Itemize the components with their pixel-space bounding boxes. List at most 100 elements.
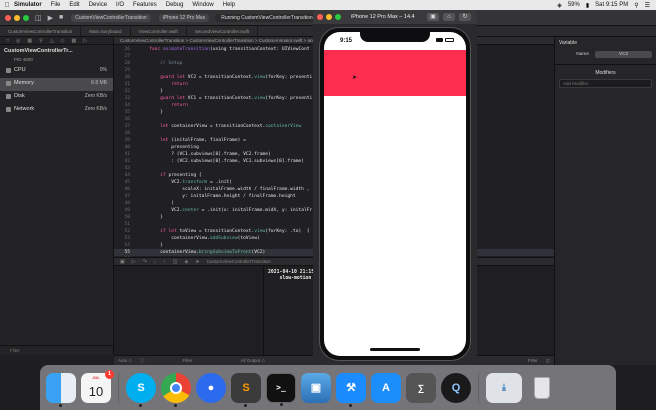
home-indicator[interactable]	[370, 348, 420, 351]
quicktime-icon[interactable]: Q	[441, 372, 471, 403]
preview-icon[interactable]: ▣	[301, 372, 331, 403]
minimize-button[interactable]	[326, 14, 332, 20]
hide-debug-icon[interactable]: ▣	[120, 259, 125, 265]
zoom-button[interactable]	[23, 14, 29, 21]
source-control-icon[interactable]: ◎	[16, 38, 20, 44]
screenshot-icon[interactable]: ▣	[427, 13, 439, 21]
menu-window[interactable]: Window	[192, 2, 213, 8]
line-number: 31	[124, 82, 130, 87]
menu-features[interactable]: Features	[133, 2, 157, 8]
rotate-icon[interactable]: ↻	[459, 13, 471, 21]
battery-icon[interactable]: ▮	[586, 2, 589, 9]
auto-selector[interactable]: Auto ◇	[118, 358, 132, 364]
code-token: containerView.	[138, 236, 210, 241]
variables-filter[interactable]: Filter	[182, 358, 192, 363]
red-view[interactable]	[324, 50, 466, 96]
sidebar-toggle-icon[interactable]: ◫	[35, 14, 42, 22]
code-token: func	[138, 47, 163, 52]
tab-storyboard[interactable]: Main.storyboard	[81, 26, 131, 36]
gauge-network[interactable]: Network Zero KB/s	[0, 104, 113, 117]
code-token: presenting	[138, 145, 199, 150]
finder-icon[interactable]	[46, 372, 76, 407]
variables-view[interactable]	[114, 266, 264, 355]
control-center-icon[interactable]: ☰	[645, 2, 650, 9]
line-number: 44	[124, 173, 130, 178]
app-store-icon[interactable]: A	[371, 372, 401, 403]
xcode-icon[interactable]: ⚒	[336, 372, 366, 407]
symbol-icon[interactable]: ▦	[27, 38, 32, 44]
close-button[interactable]	[317, 14, 323, 20]
step-over-icon[interactable]: ↷	[143, 259, 147, 265]
calendar-month: JUL	[92, 374, 100, 380]
process-name[interactable]: CustomViewControllerTr...	[0, 45, 113, 57]
tab-secondviewcontroller[interactable]: SecondViewController.swift	[187, 26, 259, 36]
menu-io[interactable]: I/O	[116, 2, 124, 8]
menu-debug[interactable]: Debug	[166, 2, 184, 8]
navigator-filter[interactable]: Filter	[0, 345, 113, 355]
menu-file[interactable]: File	[51, 2, 61, 8]
simulator-buttons: ▣ ⌂ ↻	[427, 13, 471, 21]
console-filter[interactable]: Filter	[528, 358, 538, 363]
line-number: 34	[124, 103, 130, 108]
tab-project[interactable]: CustomViewControllerTransition	[0, 26, 82, 36]
stop-icon[interactable]: ■	[59, 14, 63, 21]
menu-edit[interactable]: Edit	[69, 2, 79, 8]
menu-app-name[interactable]: Simulator	[14, 2, 42, 8]
zoom-button[interactable]	[335, 14, 341, 20]
add-modifier-input[interactable]: Add Modifier	[559, 79, 652, 88]
info-icon[interactable]: ⓘ	[140, 358, 145, 364]
memory-graph-icon[interactable]: ◈	[185, 259, 189, 265]
run-icon[interactable]: ▶	[48, 14, 53, 22]
close-button[interactable]	[5, 14, 11, 21]
search-icon[interactable]: ⚲	[634, 2, 638, 9]
signal-icon[interactable]: ●	[196, 372, 226, 403]
menu-clock[interactable]: Sat 9:15 PM	[595, 2, 628, 8]
skype-icon[interactable]: S	[126, 372, 156, 407]
terminal-icon[interactable]: >_	[266, 372, 296, 406]
downloads-stack-icon[interactable]: ⤓	[486, 372, 522, 403]
find-icon[interactable]: ⚲	[39, 38, 43, 44]
device-selector[interactable]: iPhone 12 Pro Max	[158, 13, 210, 22]
location-icon[interactable]: ➤	[195, 259, 199, 265]
step-out-icon[interactable]: ↑	[163, 259, 166, 265]
tab-viewcontroller[interactable]: ViewController.swift	[131, 26, 187, 36]
code-token: if let	[138, 229, 180, 234]
test-icon[interactable]: ◇	[61, 38, 65, 44]
apple-icon[interactable]: 	[0, 2, 14, 9]
line-number: 38	[124, 131, 130, 136]
trash-icon[interactable]	[527, 373, 557, 403]
gauge-disk[interactable]: Disk Zero KB/s	[0, 91, 113, 104]
gauge-cpu[interactable]: CPU 0%	[0, 65, 113, 78]
home-icon[interactable]: ⌂	[443, 13, 455, 21]
battery-percent[interactable]: 59%	[568, 2, 580, 8]
line-number: 30	[124, 75, 130, 80]
menu-device[interactable]: Device	[89, 2, 107, 8]
continue-icon[interactable]: ▷	[132, 259, 136, 265]
sublime-text-icon[interactable]: S	[231, 372, 261, 407]
iphone-screen[interactable]: 9:15 ➤	[324, 32, 466, 356]
code-token: }	[138, 89, 163, 94]
step-in-icon[interactable]: ↓	[154, 259, 157, 265]
wifi-icon[interactable]: ◈	[557, 2, 562, 9]
menu-help[interactable]: Help	[223, 2, 235, 8]
issue-icon[interactable]: △	[50, 38, 54, 44]
gauge-label: Memory	[14, 80, 34, 86]
line-number: 36	[124, 117, 130, 122]
folder-icon[interactable]: □	[6, 38, 9, 44]
trash-icon[interactable]: ◫	[546, 358, 550, 364]
minimize-button[interactable]	[14, 14, 20, 21]
status-icons	[436, 38, 454, 42]
line-number: 55	[124, 250, 130, 255]
calendar-icon[interactable]: JUL 10 1	[81, 369, 114, 403]
name-value[interactable]: VC2	[595, 51, 652, 58]
scheme-selector[interactable]: CustomViewControllerTransition	[71, 13, 151, 22]
code-token: presenting {	[168, 173, 202, 178]
process-pid: PID 4800	[14, 57, 33, 62]
calculator-icon[interactable]: ∑	[406, 372, 436, 403]
view-debugger-icon[interactable]: ◫	[173, 259, 178, 265]
debug-icon[interactable]: ▩	[72, 38, 77, 44]
chrome-icon[interactable]	[161, 372, 191, 407]
gauge-memory[interactable]: Memory 8.8 MB	[0, 78, 113, 91]
breakpoint-icon[interactable]: ▷	[83, 38, 87, 44]
output-selector[interactable]: All Output ◇	[240, 358, 264, 364]
